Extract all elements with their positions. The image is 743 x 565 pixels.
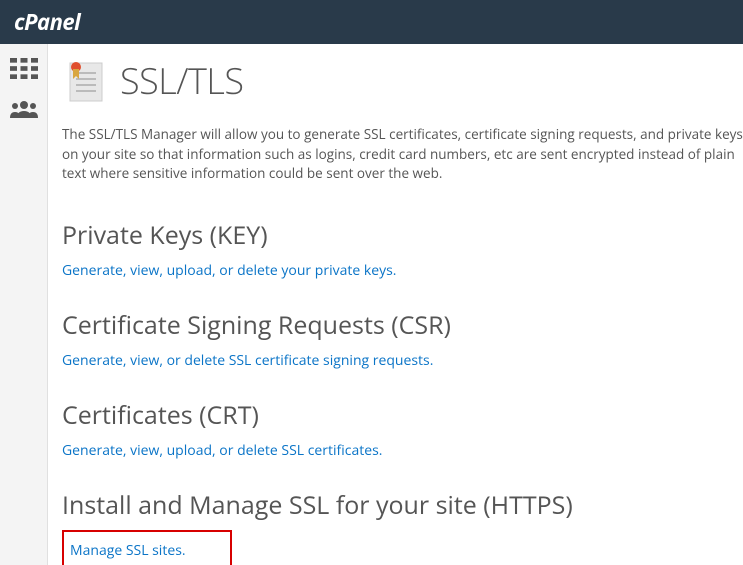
intro-text: The SSL/TLS Manager will allow you to ge…: [62, 125, 743, 184]
section-certificates: Certificates (CRT) Generate, view, uploa…: [62, 398, 743, 460]
section-private-keys: Private Keys (KEY) Generate, view, uploa…: [62, 218, 743, 280]
private-keys-link[interactable]: Generate, view, upload, or delete your p…: [62, 261, 396, 280]
csr-link[interactable]: Generate, view, or delete SSL certificat…: [62, 351, 433, 370]
content: SSL/TLS The SSL/TLS Manager will allow y…: [48, 44, 743, 565]
certificate-icon: [62, 59, 106, 103]
sidebar: [0, 44, 48, 565]
topbar: cPanel: [0, 0, 743, 44]
section-heading: Install and Manage SSL for your site (HT…: [62, 488, 743, 522]
section-csr: Certificate Signing Requests (CSR) Gener…: [62, 308, 743, 370]
certificates-link[interactable]: Generate, view, upload, or delete SSL ce…: [62, 441, 382, 460]
highlight-box: Manage SSL sites.: [62, 530, 232, 565]
users-icon[interactable]: [10, 100, 38, 122]
page-title: SSL/TLS: [120, 56, 243, 105]
section-install-manage: Install and Manage SSL for your site (HT…: [62, 488, 743, 565]
page-header: SSL/TLS: [62, 56, 743, 105]
main-layout: SSL/TLS The SSL/TLS Manager will allow y…: [0, 44, 743, 565]
section-heading: Certificate Signing Requests (CSR): [62, 308, 743, 342]
apps-icon[interactable]: [10, 58, 38, 80]
section-heading: Private Keys (KEY): [62, 218, 743, 252]
section-heading: Certificates (CRT): [62, 398, 743, 432]
brand-logo[interactable]: cPanel: [14, 7, 80, 37]
manage-ssl-link[interactable]: Manage SSL sites.: [70, 541, 186, 560]
